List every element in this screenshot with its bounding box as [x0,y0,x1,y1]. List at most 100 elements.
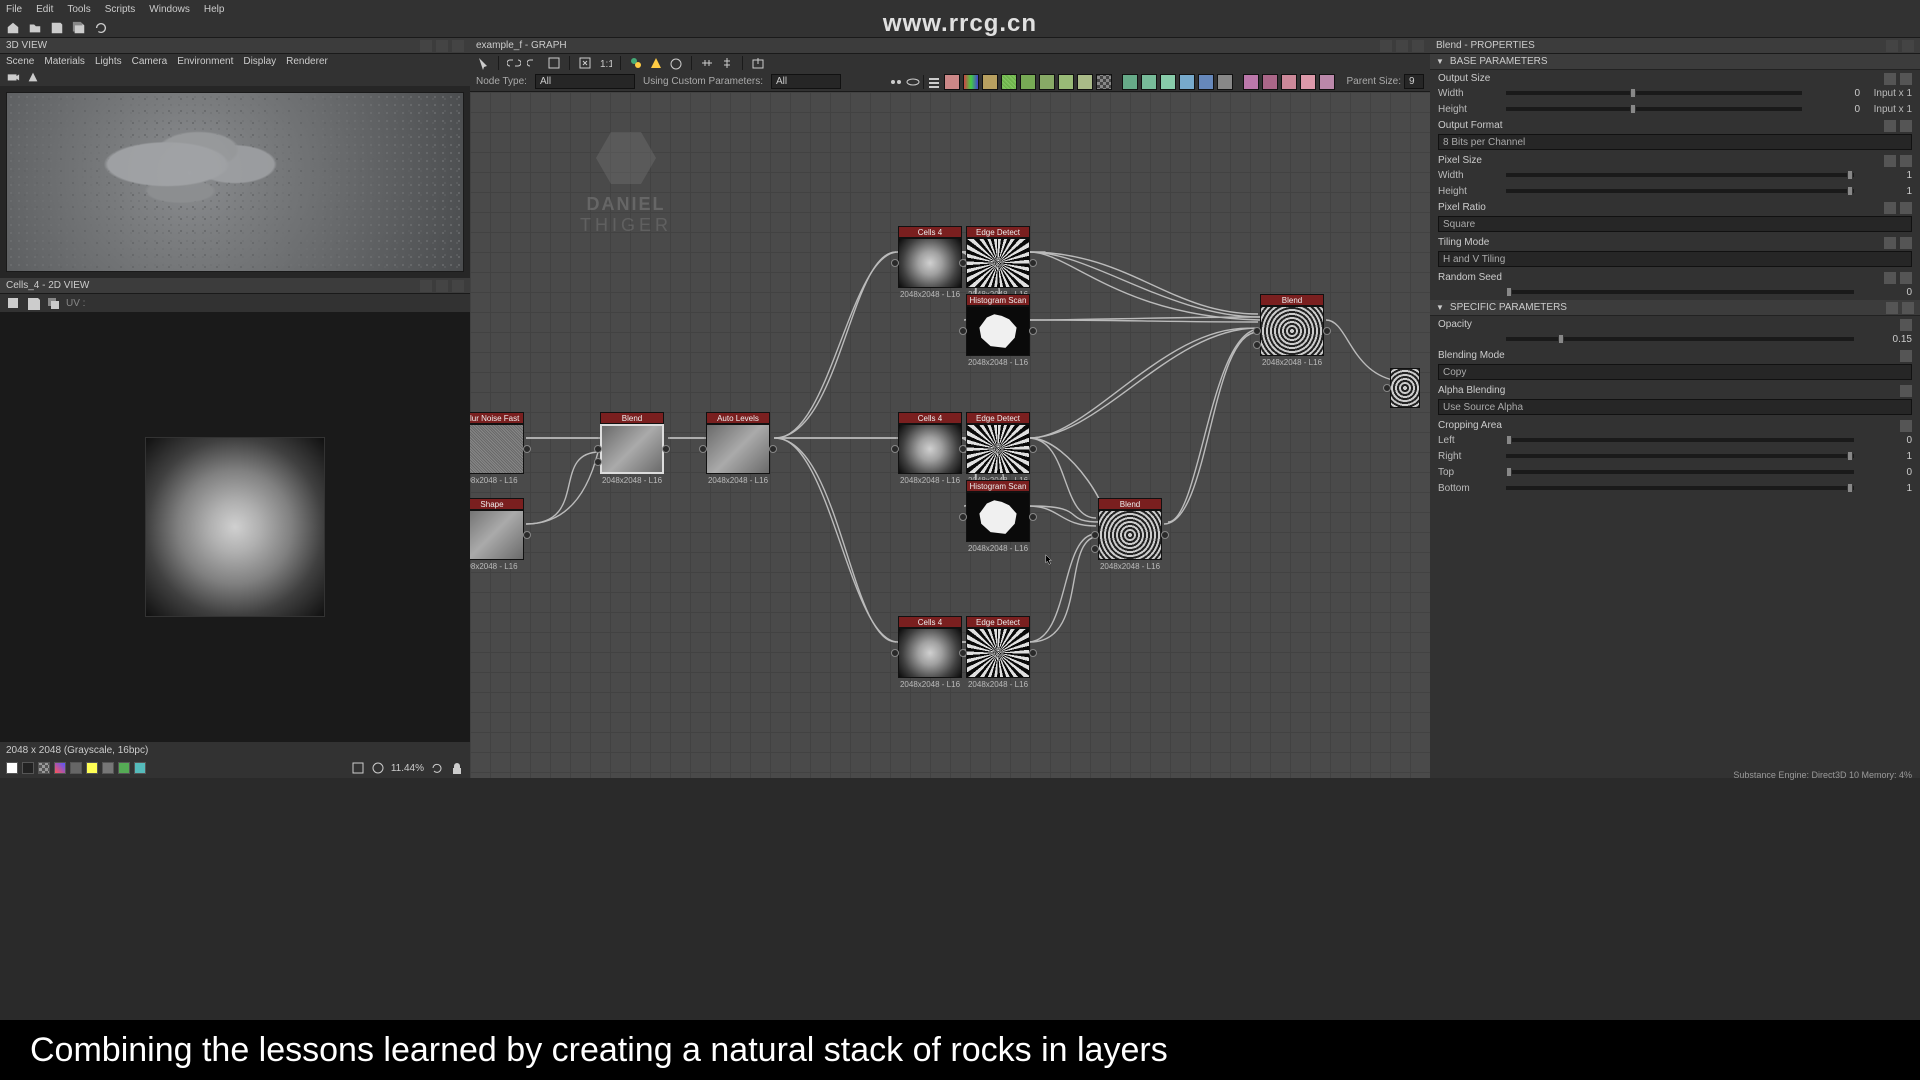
reset-icon[interactable] [1900,73,1912,85]
channel-alpha-icon[interactable] [38,762,50,774]
view3d-menu-display[interactable]: Display [243,56,276,67]
target-icon[interactable] [371,761,385,775]
panel-pin-icon[interactable] [420,280,432,292]
panel-maximize-icon[interactable] [436,40,448,52]
save-all-icon[interactable] [72,21,86,35]
node-edge-c[interactable]: Edge Detect 2048x2048 - L16 [966,616,1030,689]
reset-icon[interactable] [1900,385,1912,397]
menu-windows[interactable]: Windows [149,4,190,15]
panel-maximize-icon[interactable] [436,280,448,292]
channel-white-icon[interactable] [6,762,18,774]
filter-6[interactable] [1217,74,1233,90]
link-icon[interactable] [1884,272,1896,284]
atom-pattern[interactable] [1001,74,1017,90]
filter-3[interactable] [1160,74,1176,90]
opacity-row[interactable]: 0.15 [1430,331,1920,347]
panel-pin-icon[interactable] [420,40,432,52]
view3d-menu-renderer[interactable]: Renderer [286,56,328,67]
reset-icon[interactable] [1900,350,1912,362]
node-blend-3[interactable]: Blend 2048x2048 - L16 [1260,294,1324,367]
node-blend-2[interactable]: Blend 2048x2048 - L16 [1098,498,1162,571]
base-parameters-header[interactable]: ▼ BASE PARAMETERS [1430,54,1920,70]
python-icon[interactable] [629,56,643,70]
refresh-icon[interactable] [94,21,108,35]
specific-parameters-header[interactable]: ▼ SPECIFIC PARAMETERS [1430,300,1920,316]
view3d-viewport[interactable] [6,92,464,272]
pixel-width-row[interactable]: Width 1 [1430,167,1920,183]
highlight-icon[interactable] [649,56,663,70]
frame-icon[interactable] [547,56,561,70]
panel-maximize-icon[interactable] [1396,40,1408,52]
reset-icon[interactable] [1900,319,1912,331]
square-icon[interactable] [6,296,20,310]
reset-icon[interactable] [1900,237,1912,249]
view3d-menu-camera[interactable]: Camera [132,56,168,67]
panel-close-icon[interactable] [1412,40,1424,52]
atom-text[interactable] [1077,74,1093,90]
unlink-icon[interactable] [527,56,541,70]
menu-tools[interactable]: Tools [67,4,90,15]
lock-icon[interactable] [450,761,464,775]
export-icon[interactable] [751,56,765,70]
copy-icon[interactable] [46,296,60,310]
node-edge-b[interactable]: Edge Detect 2048x2048 - L16 [966,412,1030,485]
menu-file[interactable]: File [6,4,22,15]
refresh-icon[interactable] [430,761,444,775]
fx-3[interactable] [1281,74,1297,90]
collapse-icon[interactable]: ▼ [1436,57,1444,66]
fx-2[interactable] [1262,74,1278,90]
blending-mode-dropdown[interactable]: Copy [1438,364,1912,380]
collapse-icon[interactable]: ▼ [1436,303,1444,312]
camera-icon[interactable] [6,70,20,84]
panel-pin-icon[interactable] [1886,40,1898,52]
reset-icon[interactable] [1900,202,1912,214]
menu-help[interactable]: Help [204,4,225,15]
pyramid-icon[interactable] [26,70,40,84]
atom-uniform-color[interactable] [944,74,960,90]
channel-rgb-icon[interactable] [54,762,66,774]
fx-1[interactable] [1243,74,1259,90]
tiling-mode-dropdown[interactable]: H and V Tiling [1438,251,1912,267]
crop-top-row[interactable]: Top 0 [1430,464,1920,480]
crop-right-row[interactable]: Right 1 [1430,448,1920,464]
node-hist-b[interactable]: Histogram Scan 2048x2048 - L16 [966,480,1030,553]
link-icon[interactable] [1884,237,1896,249]
link-icon[interactable] [1884,155,1896,167]
menu-scripts[interactable]: Scripts [105,4,136,15]
atom-gradient[interactable] [963,74,979,90]
histogram-icon[interactable] [102,762,114,774]
panel-close-icon[interactable] [452,280,464,292]
open-icon[interactable] [28,21,42,35]
atom-shape[interactable] [1039,74,1055,90]
view3d-menubar[interactable]: Scene Materials Lights Camera Environmen… [0,54,470,68]
node-blend-1[interactable]: Blend 2048x2048 - L16 [600,412,664,485]
filter-5[interactable] [1198,74,1214,90]
height-row[interactable]: Height 0 Input x 1 [1430,101,1920,117]
crop-bottom-row[interactable]: Bottom 1 [1430,480,1920,496]
link-icon[interactable] [507,56,521,70]
link-icon[interactable] [1884,120,1896,132]
info-icon[interactable] [86,762,98,774]
atom-tile[interactable] [1020,74,1036,90]
ruler-icon[interactable] [134,762,146,774]
node-cells-b[interactable]: Cells 4 2048x2048 - L16 [898,412,962,485]
node-cells-c[interactable]: Cells 4 2048x2048 - L16 [898,616,962,689]
link-icon[interactable] [1884,73,1896,85]
pixel-ratio-dropdown[interactable]: Square [1438,216,1912,232]
panel-pin-icon[interactable] [1380,40,1392,52]
random-seed-row[interactable]: 0 [1430,284,1920,300]
node-shape[interactable]: Shape 98x2048 - L16 [470,498,524,571]
filter-2[interactable] [1141,74,1157,90]
view3d-menu-scene[interactable]: Scene [6,56,34,67]
node-edge-a[interactable]: Edge Detect 2048x2048 - L16 [966,226,1030,299]
graph-canvas[interactable]: DANIEL THIGER [470,92,1430,778]
reset-icon[interactable] [1900,120,1912,132]
crop-left-row[interactable]: Left 0 [1430,432,1920,448]
reset-all-icon[interactable] [1902,302,1914,314]
timing-icon[interactable] [669,56,683,70]
node-hist-a[interactable]: Histogram Scan 2048x2048 - L16 [966,294,1030,367]
filter-1[interactable] [1122,74,1138,90]
panel-close-icon[interactable] [452,40,464,52]
save-icon[interactable] [50,21,64,35]
atom-noise[interactable] [982,74,998,90]
